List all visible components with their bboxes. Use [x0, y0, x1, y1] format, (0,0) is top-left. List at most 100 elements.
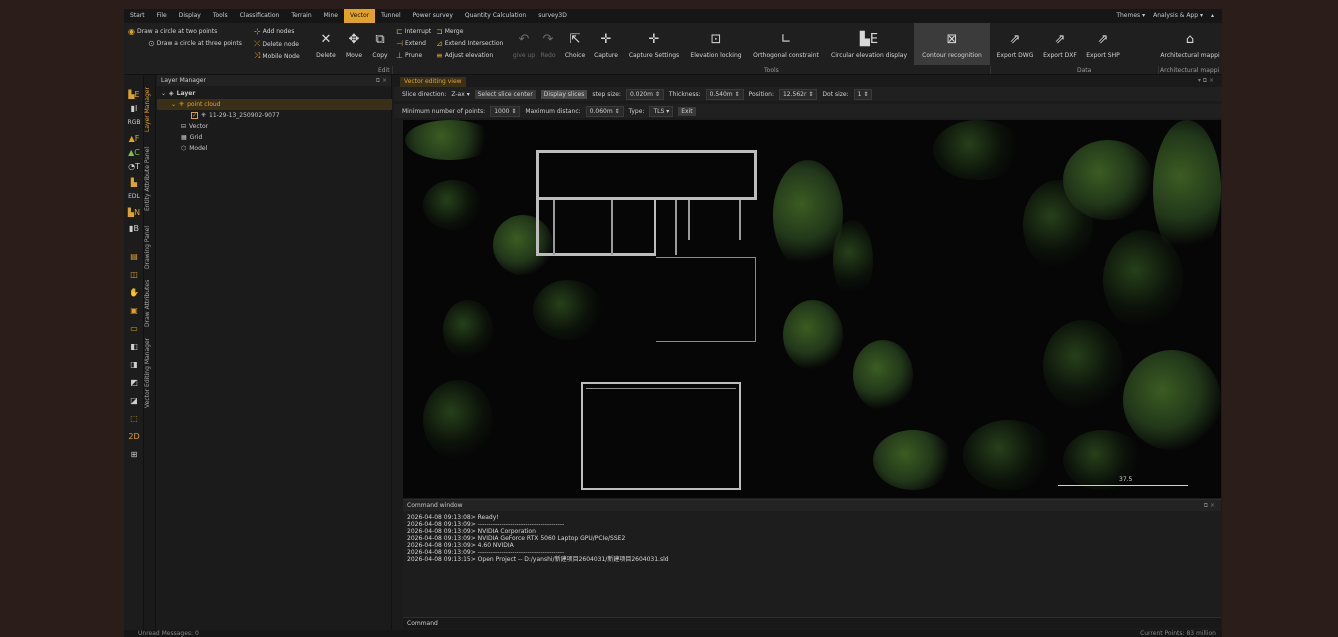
elevation-locking-button[interactable]: ⊡ Elevation locking [687, 23, 745, 65]
menu-quantity-calculation[interactable]: Quantity Calculation [459, 9, 532, 23]
extend-button[interactable]: ⊣ Extend [396, 39, 426, 48]
circular-elevation-display-button[interactable]: ▙E Circular elevation display [827, 23, 911, 65]
chevron-down-icon[interactable]: ⌄ [161, 88, 166, 99]
grid-toggle-icon[interactable]: ⊞ [126, 449, 142, 461]
float-icon[interactable]: ⧉ [376, 77, 380, 84]
intensity-icon[interactable]: ▮I [126, 103, 142, 115]
menu-survey3d[interactable]: survey3D [532, 9, 573, 23]
prune-button[interactable]: ⊥ Prune [396, 51, 422, 60]
classification-icon[interactable]: ▲F [126, 133, 142, 145]
point-cloud-viewport[interactable]: 37.5 [403, 120, 1221, 498]
move-button[interactable]: ✥ Move [342, 23, 366, 65]
top-view-icon[interactable]: ◪ [126, 395, 142, 407]
menu-tools[interactable]: Tools [207, 9, 234, 23]
position-input[interactable]: 12.562r ⇕ [778, 88, 818, 100]
min-points-input[interactable]: 1000 ⇕ [490, 105, 521, 117]
themes-menu[interactable]: Themes ▾ [1116, 9, 1145, 23]
redo-button[interactable]: ↷ Redo [538, 23, 558, 65]
fit-view-icon[interactable]: ⬚ [126, 413, 142, 425]
export-shp-button[interactable]: ⇗ Export SHP [1083, 23, 1123, 65]
tree-item-vector[interactable]: ⊟ Vector [181, 121, 208, 132]
delete-node-button[interactable]: ⤫ Delete node [254, 39, 299, 49]
close-icon[interactable]: × [382, 77, 387, 84]
tree-item-point-cloud[interactable]: ⌄ ⁜ point cloud [157, 99, 392, 110]
menu-power-survey[interactable]: Power survey [407, 9, 459, 23]
type-select[interactable]: TLS ▾ [649, 105, 674, 117]
dot-size-input[interactable]: 1 ⇕ [853, 88, 873, 100]
menu-vector[interactable]: Vector [343, 9, 376, 23]
layer-stack-icon[interactable]: ▤ [126, 251, 142, 263]
spinner-icon[interactable]: ⇕ [655, 91, 660, 98]
normal-color-icon[interactable]: ▙N [126, 207, 142, 219]
tree-item-layer[interactable]: ⌄ ◈ Layer [161, 88, 195, 99]
menu-file[interactable]: File [151, 9, 173, 23]
extend-intersection-button[interactable]: ⊿ Extend Intersection [436, 39, 503, 48]
select-slice-center-button[interactable]: Select slice center [474, 89, 536, 99]
close-icon[interactable]: × [1209, 77, 1214, 84]
cube-icon[interactable]: ◫ [126, 269, 142, 281]
float-icon[interactable]: ⧉ [1204, 502, 1208, 509]
spinner-icon[interactable]: ⇕ [511, 108, 516, 115]
side-view-icon[interactable]: ◩ [126, 377, 142, 389]
return-color-icon[interactable]: ▙ [126, 177, 142, 189]
display-slices-button[interactable]: Display slices [540, 89, 588, 99]
draw-circle-two-points-button[interactable]: ◉ Draw a circle at two points [128, 27, 217, 36]
collapse-ribbon-icon[interactable]: ▴ [1211, 9, 1214, 23]
menu-terrain[interactable]: Terrain [285, 9, 317, 23]
brightness-icon[interactable]: ▮B [126, 223, 142, 235]
capture-button[interactable]: ✛ Capture [591, 23, 621, 65]
spinner-icon[interactable]: ⇕ [808, 91, 813, 98]
menu-tunnel[interactable]: Tunnel [375, 9, 407, 23]
choice-button[interactable]: ⇱ Choice [562, 23, 588, 65]
menu-mine[interactable]: Mine [318, 9, 344, 23]
spinner-icon[interactable]: ⇕ [863, 91, 868, 98]
front-view-icon[interactable]: ◧ [126, 341, 142, 353]
2d-view-button[interactable]: 2D [126, 431, 142, 443]
add-nodes-button[interactable]: ⊹ Add nodes [254, 27, 294, 36]
chevron-down-icon[interactable]: ▾ [1198, 77, 1201, 84]
capture-settings-button[interactable]: ✛ Capture Settings [624, 23, 684, 65]
elevation-color-icon[interactable]: ▙E [126, 89, 142, 101]
give-up-button[interactable]: ↶ give up [512, 23, 536, 65]
adjust-elevation-button[interactable]: ≡ Adjust elevation [436, 51, 493, 60]
analysis-app-menu[interactable]: Analysis & App ▾ [1153, 9, 1203, 23]
menu-display[interactable]: Display [173, 9, 207, 23]
draw-circle-three-points-button[interactable]: ⊙ Draw a circle at three points [148, 39, 242, 48]
merge-button[interactable]: ⊐ Merge [436, 27, 463, 36]
time-color-icon[interactable]: ◔T [126, 161, 142, 173]
back-view-icon[interactable]: ◨ [126, 359, 142, 371]
delete-button[interactable]: ✕ Delete [314, 23, 338, 65]
chevron-down-icon[interactable]: ⌄ [171, 99, 176, 110]
tab-vector-editing-manager[interactable]: Vector Editing Manager [144, 333, 156, 413]
tab-draw-attributes[interactable]: Draw Attributes [144, 275, 156, 331]
command-input[interactable]: Command [403, 617, 1221, 628]
float-icon[interactable]: ⧉ [1203, 77, 1207, 84]
tab-vector-editing-view[interactable]: Vector editing view [400, 77, 466, 87]
exit-button[interactable]: Exit [678, 106, 696, 116]
visibility-checkbox[interactable]: ✓ [191, 112, 198, 119]
interrupt-button[interactable]: ⊏ Interrupt [396, 27, 431, 36]
tab-layer-manager[interactable]: Layer Manager [144, 83, 156, 137]
max-distance-input[interactable]: 0.060m ⇕ [585, 105, 624, 117]
thickness-input[interactable]: 0.540m ⇕ [705, 88, 744, 100]
spinner-icon[interactable]: ⇕ [735, 91, 740, 98]
tab-entity-attribute-panel[interactable]: Entity Attribute Panel [144, 139, 156, 219]
box-tool-icon[interactable]: ▣ [126, 305, 142, 317]
panel-icon[interactable]: ▭ [126, 323, 142, 335]
edl-button[interactable]: EDL [126, 191, 142, 203]
tree-item-grid[interactable]: ▦ Grid [181, 132, 202, 143]
architectural-mapping-button[interactable]: ⌂ Architectural mappi [1160, 23, 1220, 65]
menu-start[interactable]: Start [124, 9, 151, 23]
step-size-input[interactable]: 0.020m ⇕ [625, 88, 664, 100]
export-dwg-button[interactable]: ⇗ Export DWG [993, 23, 1037, 65]
hand-pan-icon[interactable]: ✋ [126, 287, 142, 299]
slice-direction-select[interactable]: Z-ax ▾ [451, 91, 469, 98]
tree-item-model[interactable]: ⬡ Model [181, 143, 207, 154]
mobile-node-button[interactable]: ⤨ Mobile Node [254, 51, 300, 61]
spinner-icon[interactable]: ⇕ [615, 108, 620, 115]
tree-item-cloud-file[interactable]: ✓ ⁜ 11-29-13_250902-9077 [191, 110, 280, 121]
copy-button[interactable]: ⧉ Copy [370, 23, 390, 65]
menu-classification[interactable]: Classification [234, 9, 286, 23]
unread-messages-status[interactable]: Unread Messages: 0 [138, 630, 199, 637]
class-color-icon[interactable]: ▲C [126, 147, 142, 159]
